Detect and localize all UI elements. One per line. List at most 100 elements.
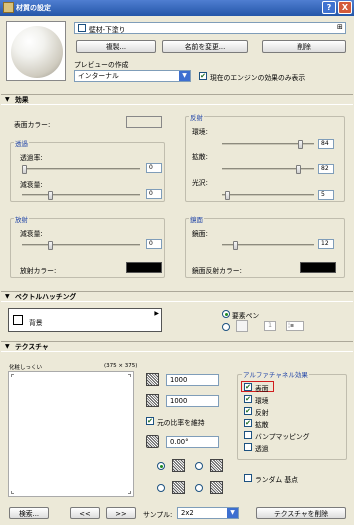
shine-label: 光沢: bbox=[192, 179, 208, 187]
texture-orientation-icon[interactable] bbox=[172, 481, 185, 494]
texture-preview[interactable] bbox=[8, 371, 134, 497]
texture-height-input[interactable]: 1000 bbox=[166, 395, 219, 407]
effects-section-title: 効果 bbox=[15, 96, 29, 104]
ambient-label: 環境: bbox=[192, 128, 208, 136]
shine-slider[interactable] bbox=[222, 191, 314, 200]
previous-button[interactable]: << bbox=[70, 507, 100, 519]
next-button[interactable]: >> bbox=[106, 507, 136, 519]
texture-orientation-icon[interactable] bbox=[210, 459, 223, 472]
opacity-label: 透過率: bbox=[20, 154, 43, 162]
diffuse-slider-thumb[interactable] bbox=[296, 165, 301, 174]
texture-orientation-icon[interactable] bbox=[172, 459, 185, 472]
preview-label: プレビューの作成 bbox=[74, 61, 129, 69]
window-title: 材質の設定 bbox=[16, 4, 51, 12]
transparency-attenuation-input[interactable]: 0 bbox=[146, 189, 162, 199]
material-preview bbox=[6, 21, 66, 81]
hatch-pattern-name: 背景 bbox=[29, 319, 43, 327]
corner-mark bbox=[128, 491, 131, 494]
element-pen-label: 要素ペン bbox=[232, 312, 260, 320]
emission-attenuation-label: 減衰量: bbox=[20, 230, 43, 238]
close-button[interactable]: X bbox=[338, 1, 352, 14]
custom-pen-radio[interactable] bbox=[222, 323, 230, 331]
origin-radio-2[interactable] bbox=[195, 462, 203, 470]
specular-color-swatch[interactable] bbox=[300, 262, 336, 273]
element-pen-radio[interactable] bbox=[222, 310, 230, 318]
pen-weight-icon[interactable]: ¦▪ bbox=[286, 321, 304, 331]
sample-select[interactable]: 2x2 ▼ bbox=[177, 507, 239, 519]
alpha-item-label: 透過 bbox=[255, 445, 269, 453]
diffuse-slider[interactable] bbox=[222, 165, 314, 174]
engine-only-checkbox[interactable]: ✔ bbox=[199, 72, 207, 80]
preview-sphere bbox=[11, 26, 63, 78]
emission-attenuation-input[interactable]: 0 bbox=[146, 239, 162, 249]
alpha-item-checkbox[interactable] bbox=[244, 431, 252, 439]
effects-section-header[interactable]: ▼ 効果 bbox=[1, 94, 353, 105]
origin-radio-1[interactable] bbox=[157, 462, 165, 470]
copy-button[interactable]: 複製... bbox=[76, 40, 156, 53]
texture-section-header[interactable]: ▼ テクスチャ bbox=[1, 341, 353, 352]
hatch-pattern-icon bbox=[13, 315, 23, 325]
alpha-item-checkbox[interactable]: ✔ bbox=[244, 395, 252, 403]
rename-button[interactable]: 名前を変更... bbox=[162, 40, 248, 53]
help-button[interactable]: ? bbox=[322, 1, 336, 14]
window-title-bar: 材質の設定 ? X bbox=[0, 0, 354, 16]
transparency-attenuation-thumb[interactable] bbox=[48, 191, 53, 200]
rotation-angle-icon bbox=[146, 435, 159, 448]
height-icon bbox=[146, 394, 159, 407]
ambient-input[interactable]: 84 bbox=[318, 139, 334, 149]
alpha-item-checkbox[interactable]: ✔ bbox=[244, 383, 252, 391]
alpha-item-checkbox[interactable] bbox=[244, 443, 252, 451]
texture-width-input[interactable]: 1000 bbox=[166, 374, 219, 386]
keep-ratio-checkbox[interactable]: ✔ bbox=[146, 417, 154, 425]
chevron-down-icon[interactable]: ▼ bbox=[227, 508, 238, 518]
opacity-input[interactable]: 0 bbox=[146, 163, 162, 173]
pen-picker-icon[interactable] bbox=[236, 320, 248, 332]
origin-radio-3[interactable] bbox=[157, 484, 165, 492]
triangle-right-icon: ▶ bbox=[154, 310, 159, 317]
origin-radio-4[interactable] bbox=[195, 484, 203, 492]
ambient-slider-thumb[interactable] bbox=[298, 140, 303, 149]
texture-orientation-icon[interactable] bbox=[210, 481, 223, 494]
surface-color-swatch[interactable] bbox=[126, 116, 162, 128]
ambient-slider[interactable] bbox=[222, 140, 314, 149]
opacity-slider-thumb[interactable] bbox=[22, 165, 27, 174]
texture-name-label: 化粧しっくい bbox=[9, 365, 43, 371]
alpha-item-checkbox[interactable]: ✔ bbox=[244, 419, 252, 427]
app-icon bbox=[3, 2, 14, 13]
chevron-down-icon[interactable]: ▼ bbox=[179, 71, 190, 81]
specular-input[interactable]: 12 bbox=[318, 239, 334, 249]
random-origin-checkbox[interactable] bbox=[244, 474, 252, 482]
material-selector[interactable]: 壁材-下塗り ⊞ bbox=[74, 22, 346, 34]
search-button[interactable]: 検索... bbox=[9, 507, 49, 519]
transparency-attenuation-slider[interactable] bbox=[22, 191, 140, 200]
pen-number-field[interactable]: 1 bbox=[264, 321, 276, 331]
corner-mark bbox=[11, 491, 14, 494]
diffuse-input[interactable]: 82 bbox=[318, 164, 334, 174]
delete-button[interactable]: 削除 bbox=[262, 40, 346, 53]
specular-slider[interactable] bbox=[222, 241, 314, 250]
emission-attenuation-slider[interactable] bbox=[22, 241, 140, 250]
emission-group-title: 放射 bbox=[14, 214, 29, 224]
diffuse-label: 拡散: bbox=[192, 153, 208, 161]
shine-slider-thumb[interactable] bbox=[225, 191, 230, 200]
texture-size-label: (375 × 375) bbox=[104, 363, 138, 369]
emission-color-swatch[interactable] bbox=[126, 262, 162, 273]
specular-color-label: 鏡面反射カラー: bbox=[192, 267, 242, 275]
preview-mode-select[interactable]: インターナル ▼ bbox=[74, 70, 191, 82]
vector-hatching-section-header[interactable]: ▼ ベクトルハッチング bbox=[1, 291, 353, 302]
corner-mark bbox=[128, 374, 131, 377]
alpha-item-label: 表面 bbox=[255, 385, 269, 393]
collapse-arrow-icon: ▼ bbox=[5, 96, 10, 103]
specular-slider-thumb[interactable] bbox=[233, 241, 238, 250]
texture-angle-input[interactable]: 0.00° bbox=[166, 436, 219, 448]
material-flag-checkbox[interactable] bbox=[78, 24, 86, 32]
alpha-item-checkbox[interactable]: ✔ bbox=[244, 407, 252, 415]
emission-attenuation-thumb[interactable] bbox=[48, 241, 53, 250]
remove-texture-button[interactable]: テクスチャを削除 bbox=[256, 507, 346, 519]
sample-value: 2x2 bbox=[181, 509, 194, 517]
hatch-pattern-selector[interactable]: 背景 ▶ bbox=[8, 308, 162, 332]
random-origin-label: ランダム 基点 bbox=[255, 476, 298, 484]
collapse-arrow-icon: ▼ bbox=[5, 343, 10, 350]
opacity-slider[interactable] bbox=[22, 165, 140, 174]
shine-input[interactable]: 5 bbox=[318, 190, 334, 200]
